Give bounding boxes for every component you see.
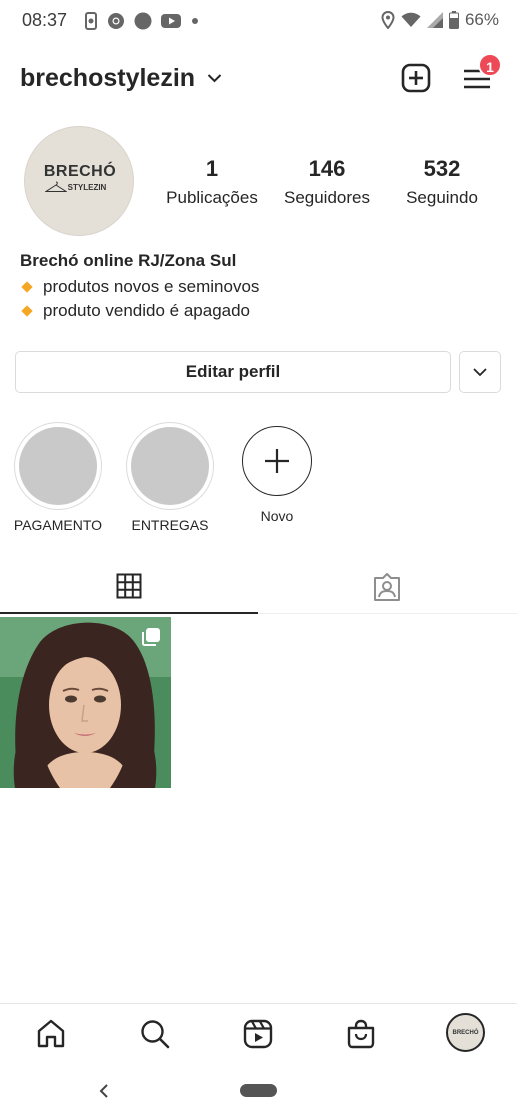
nav-home[interactable] [33,1016,69,1052]
bio-line-text: produtos novos e seminovos [43,277,260,296]
stat-value: 146 [308,156,346,181]
bio-line-text: produto vendido é apagado [43,301,251,320]
avatar-logo-title: BRECHÓ [43,163,117,180]
stat-label: Seguidores [283,188,370,207]
search-icon [141,1020,170,1049]
grid-icon [116,573,142,599]
highlight-ring [126,422,214,510]
tab-tagged[interactable] [258,560,516,614]
back-chevron-icon[interactable] [96,1079,114,1103]
highlight-cover [131,427,209,505]
system-navigation [0,1065,517,1120]
bio-name: Brechó online RJ/Zona Sul [20,251,237,270]
highlight-entregas[interactable]: ENTREGAS [115,422,225,533]
wifi-icon [401,12,421,27]
battery-icon [448,11,459,29]
new-highlight-ring [242,426,312,496]
post-thumbnail[interactable] [0,617,171,788]
battery-percentage: 66% [464,10,499,29]
stat-label: Seguindo [406,188,478,207]
nav-reels[interactable] [240,1016,276,1052]
edit-profile-button[interactable]: Editar perfil [15,351,451,393]
carousel-icon [142,628,160,646]
stat-value: 532 [423,156,461,181]
nav-search[interactable] [137,1016,173,1052]
shop-icon [347,1019,375,1049]
profile-username[interactable]: brechostylezin [20,64,195,93]
youtube-icon [161,14,181,28]
highlight-label: Novo [260,508,294,524]
stat-following[interactable]: 532 Seguindo [392,156,492,208]
create-post-icon[interactable] [400,62,432,94]
signal-icon [426,12,443,28]
circle-icon [134,12,152,30]
bottom-navigation: BRECHÓ [0,1003,517,1063]
profile-tabs [0,560,517,614]
status-time: 08:37 [22,10,68,30]
diamond-icon [21,281,33,293]
highlight-cover [19,427,97,505]
highlight-new[interactable]: Novo [222,422,332,524]
reels-icon [243,1019,273,1049]
stat-label: Publicações [166,188,258,207]
home-icon [37,1019,65,1048]
tab-posts-grid[interactable] [0,560,258,614]
profile-header: brechostylezin 1 [0,53,517,105]
diamond-icon [21,305,33,317]
bio-line: produtos novos e seminovos [20,275,259,299]
tagged-icon [374,573,400,601]
stat-publications[interactable]: 1 Publicações [162,156,262,208]
chevron-down-icon[interactable] [207,73,222,83]
highlight-ring [14,422,102,510]
highlight-pagamento[interactable]: PAGAMENTO [3,422,113,533]
nav-avatar-logo: BRECHÓ [452,1029,479,1036]
stat-value: 1 [205,156,219,181]
location-icon [381,11,395,29]
notification-badge: 1 [478,53,502,77]
status-icons-right: 66% [381,10,499,30]
stat-followers[interactable]: 146 Seguidores [277,156,377,208]
dot-icon [192,18,198,24]
bio-line: produto vendido é apagado [20,299,259,323]
profile-avatar[interactable]: BRECHÓ STYLEZIN [24,126,134,236]
plus-icon [265,449,289,473]
avatar-logo-subtitle: STYLEZIN [67,183,107,192]
suggestions-dropdown-button[interactable] [459,351,501,393]
status-bar: 08:37 66% [0,0,517,42]
profile-bio: Brechó online RJ/Zona Sul produtos novos… [20,251,259,323]
nav-profile-avatar[interactable]: BRECHÓ [446,1013,485,1052]
nav-shop[interactable] [343,1016,379,1052]
chrome-icon [108,13,124,29]
highlight-label: ENTREGAS [131,517,209,533]
highlight-label: PAGAMENTO [13,517,103,533]
status-icons-left [84,12,200,30]
chevron-down-icon [473,368,487,377]
home-pill[interactable] [240,1084,277,1097]
phone-screen-icon [85,12,97,30]
